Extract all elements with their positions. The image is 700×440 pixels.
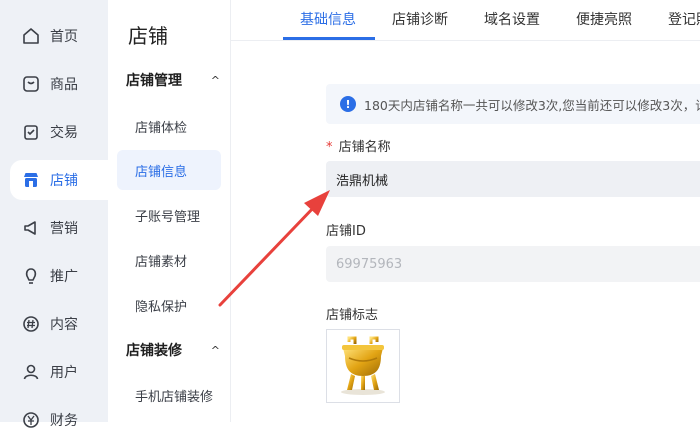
megaphone-icon	[22, 219, 40, 237]
store-name-label: * 店铺名称	[326, 136, 391, 155]
promotion-icon	[22, 267, 40, 285]
subnav-item-privacy[interactable]: 隐私保护	[117, 285, 221, 325]
nav-label: 推广	[50, 269, 78, 285]
subnav-item-sub-accounts[interactable]: 子账号管理	[117, 195, 221, 235]
store-name-input[interactable]: 浩鼎机械	[326, 161, 700, 197]
group-store-decoration[interactable]: 店铺装修 ^	[126, 340, 220, 360]
nav-label: 首页	[50, 29, 78, 45]
nav-item-marketing[interactable]: 营销	[10, 208, 108, 248]
nav-item-trade[interactable]: 交易	[10, 112, 108, 152]
subnav-label: 手机店铺装修	[135, 389, 214, 405]
primary-sidebar: 首页 商品 交易 店铺 营销 推广 内容 用户 财务	[0, 0, 108, 429]
store-id-field: 69975963	[326, 246, 700, 282]
product-icon	[22, 75, 40, 93]
tab-registration[interactable]: 登记照	[668, 0, 700, 40]
label-text: 店铺标志	[326, 308, 379, 323]
home-icon	[22, 27, 40, 45]
nav-item-user[interactable]: 用户	[10, 352, 108, 392]
store-logo-upload[interactable]	[326, 329, 400, 403]
subnav-label: 店铺素材	[135, 254, 188, 270]
subnav-label: 子账号管理	[135, 209, 201, 225]
store-icon	[22, 171, 40, 189]
user-icon	[22, 363, 40, 381]
store-id-label: 店铺ID	[326, 220, 366, 239]
tab-license-display[interactable]: 便捷亮照	[576, 0, 632, 40]
subnav-item-store-assets[interactable]: 店铺素材	[117, 240, 221, 280]
info-notice: ! 180天内店铺名称一共可以修改3次,您当前还可以修改3次，请谨	[326, 84, 700, 124]
nav-item-home[interactable]: 首页	[10, 16, 108, 56]
nav-label: 内容	[50, 317, 78, 333]
nav-label: 商品	[50, 77, 78, 93]
nav-label: 财务	[50, 413, 78, 429]
subnav-label: 隐私保护	[135, 299, 188, 315]
tab-basic-info[interactable]: 基础信息	[300, 0, 356, 40]
subnav-item-store-checkup[interactable]: 店铺体检	[117, 106, 221, 146]
subnav-label: 店铺信息	[135, 164, 188, 180]
nav-label: 营销	[50, 221, 78, 237]
chevron-up-icon: ^	[210, 73, 220, 87]
group-store-management[interactable]: 店铺管理 ^	[126, 70, 220, 90]
nav-item-promotion[interactable]: 推广	[10, 256, 108, 296]
store-logo-label: 店铺标志	[326, 304, 378, 323]
subnav-item-mobile-decoration[interactable]: 手机店铺装修	[117, 375, 221, 415]
secondary-sidebar: 店铺 店铺管理 ^ 店铺体检 店铺信息 子账号管理 店铺素材 隐私保护 店铺装修…	[108, 0, 231, 422]
tab-bar: 基础信息 店铺诊断 域名设置 便捷亮照 登记照	[230, 0, 700, 41]
label-text: 店铺ID	[326, 224, 366, 239]
active-tab-indicator	[283, 37, 375, 40]
field-value: 69975963	[336, 256, 403, 272]
finance-icon	[22, 411, 40, 429]
nav-item-finance[interactable]: 财务	[10, 400, 108, 440]
nav-label: 店铺	[50, 173, 78, 189]
nav-item-product[interactable]: 商品	[10, 64, 108, 104]
bronze-ding-logo	[341, 336, 385, 395]
group-label: 店铺管理	[126, 73, 182, 89]
info-icon: !	[340, 96, 356, 112]
input-value: 浩鼎机械	[336, 173, 389, 189]
tab-store-diagnosis[interactable]: 店铺诊断	[392, 0, 448, 40]
required-mark: *	[326, 140, 333, 155]
nav-item-store[interactable]: 店铺	[10, 160, 108, 200]
chevron-up-icon: ^	[210, 343, 220, 357]
trade-icon	[22, 123, 40, 141]
nav-label: 交易	[50, 125, 78, 141]
notice-text: 180天内店铺名称一共可以修改3次,您当前还可以修改3次，请谨	[364, 97, 700, 113]
group-label: 店铺装修	[126, 343, 182, 359]
tab-domain-settings[interactable]: 域名设置	[484, 0, 540, 40]
subnav-label: 店铺体检	[135, 120, 188, 136]
nav-item-content[interactable]: 内容	[10, 304, 108, 344]
subnav-item-store-info[interactable]: 店铺信息	[117, 150, 221, 190]
label-text: 店铺名称	[338, 140, 391, 155]
nav-label: 用户	[50, 365, 78, 381]
content-icon	[22, 315, 40, 333]
section-title: 店铺	[128, 24, 168, 48]
